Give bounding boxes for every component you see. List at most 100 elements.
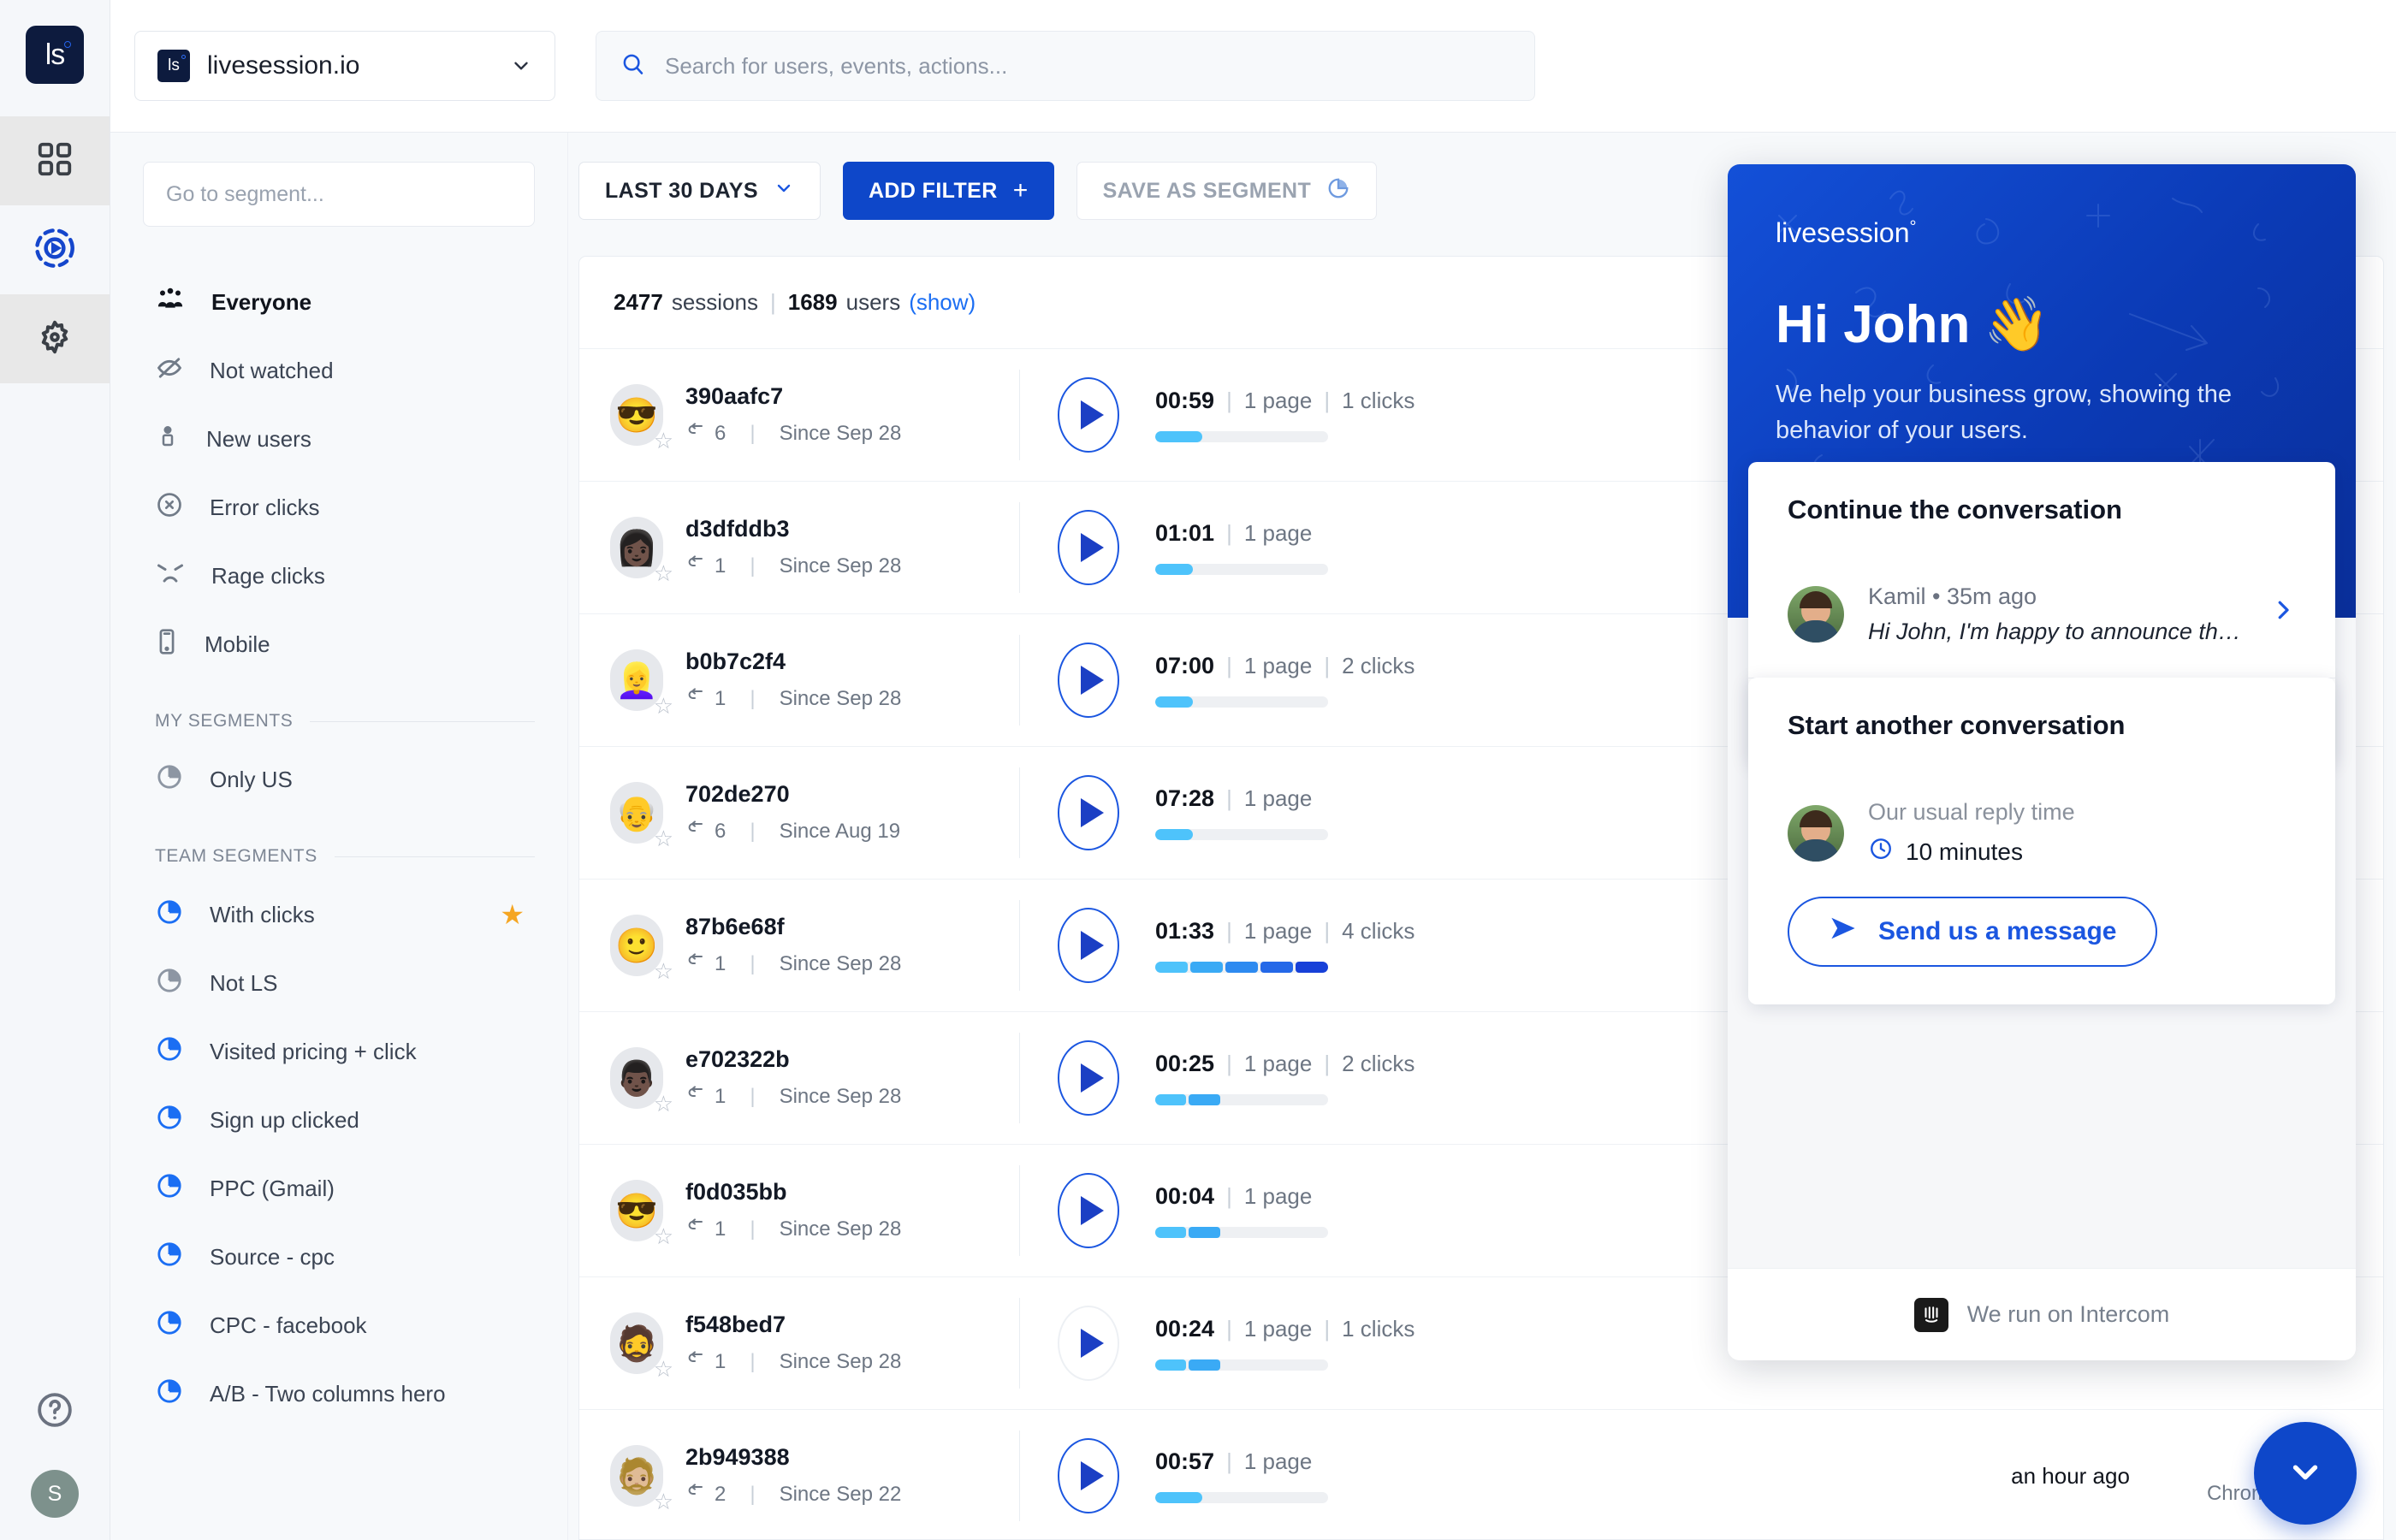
session-user-meta: 1|Since Sep 28 [685, 685, 901, 712]
rail-item-settings[interactable] [0, 294, 110, 383]
reply-time-row: Our usual reply time 10 minutes [1748, 773, 2335, 868]
team-segment-item[interactable]: A/B - Two columns hero [143, 1359, 535, 1428]
session-time-ago: an hour ago [2011, 1463, 2130, 1490]
team-segment-item[interactable]: Visited pricing + click [143, 1017, 535, 1086]
my-segment-item[interactable]: Only US [143, 745, 535, 814]
session-stat-line: 07:28|1 page [1155, 785, 1328, 812]
show-users-link[interactable]: (show) [909, 289, 976, 316]
segment-label: A/B - Two columns hero [210, 1381, 535, 1407]
sidebar-item-not-watched[interactable]: Not watched [143, 336, 535, 405]
app-root: ls [0, 0, 2396, 1540]
session-since: Since Sep 28 [780, 1085, 902, 1109]
session-stats: 00:25|1 page|2 clicks [1155, 1051, 1414, 1105]
teammate-avatar [1788, 805, 1844, 862]
favorite-star-icon[interactable]: ☆ [654, 560, 673, 587]
site-selector[interactable]: ls livesession.io [134, 31, 555, 101]
play-session-button[interactable] [1058, 908, 1119, 983]
user-avatar: 👴☆ [610, 782, 663, 844]
team-segment-item[interactable]: Sign up clicked [143, 1086, 535, 1154]
add-filter-button[interactable]: ADD FILTER + [843, 162, 1054, 220]
segment-label: Mobile [205, 631, 535, 658]
play-session-button[interactable] [1058, 643, 1119, 718]
sidebar-item-error-clicks[interactable]: Error clicks [143, 473, 535, 542]
segment-label: Not watched [210, 358, 535, 384]
play-session-button[interactable] [1058, 1040, 1119, 1116]
divider: | [1226, 520, 1232, 547]
reply-time-value: 10 minutes [1906, 838, 2023, 866]
nav-rail-items [0, 116, 110, 383]
session-id: b0b7c2f4 [685, 649, 901, 675]
session-since: Since Sep 28 [780, 422, 902, 446]
messenger-greeting-text: Hi John [1776, 294, 1970, 355]
play-session-button[interactable] [1058, 1438, 1119, 1513]
session-activity-bar [1155, 696, 1328, 708]
divider [1019, 370, 1020, 460]
rail-item-dashboard[interactable] [0, 116, 110, 205]
my-segments-header: MY SEGMENTS [155, 711, 535, 732]
favorite-star-icon[interactable]: ☆ [654, 958, 673, 985]
chevron-right-icon[interactable] [2270, 593, 2296, 636]
rail-item-sessions[interactable] [0, 205, 110, 294]
sidebar-item-mobile[interactable]: Mobile [143, 610, 535, 678]
table-row[interactable]: 🧔🏼☆2b9493882|Since Sep 2200:57|1 pagean … [579, 1410, 2383, 1540]
conversation-item[interactable]: Kamil • 35m ago Hi John, I'm happy to an… [1748, 558, 2335, 678]
return-icon [685, 1481, 706, 1507]
send-message-button[interactable]: Send us a message [1788, 897, 2157, 967]
start-conversation-card: Start another conversation Our usual rep… [1748, 678, 2335, 1004]
play-session-button[interactable] [1058, 775, 1119, 850]
sidebar-item-rage-clicks[interactable]: Rage clicks [143, 542, 535, 610]
session-pages: 1 page [1244, 1183, 1313, 1210]
angry-face-icon [155, 560, 186, 592]
team-segment-item[interactable]: PPC (Gmail) [143, 1154, 535, 1223]
segment-label: Everyone [211, 289, 535, 316]
session-duration: 01:33 [1155, 918, 1214, 945]
favorite-star-icon[interactable]: ★ [500, 898, 525, 931]
play-session-button[interactable] [1058, 377, 1119, 453]
session-clicks: 4 clicks [1342, 918, 1414, 945]
favorite-star-icon[interactable]: ☆ [654, 428, 673, 454]
sidebar-item-everyone[interactable]: Everyone [143, 268, 535, 336]
question-circle-icon[interactable] [35, 1390, 74, 1434]
team-segment-item[interactable]: CPC - facebook [143, 1291, 535, 1359]
session-stats: 00:04|1 page [1155, 1183, 1328, 1238]
messenger-footer[interactable]: We run on Intercom [1728, 1268, 2356, 1360]
favorite-star-icon[interactable]: ☆ [654, 1356, 673, 1383]
favorite-star-icon[interactable]: ☆ [654, 1223, 673, 1250]
favorite-star-icon[interactable]: ☆ [654, 1489, 673, 1515]
team-segment-item[interactable]: Not LS [143, 949, 535, 1017]
session-activity-bar [1155, 1227, 1328, 1238]
session-user: 🧔☆f548bed71|Since Sep 28 [610, 1312, 1019, 1375]
play-session-button[interactable] [1058, 510, 1119, 585]
favorite-star-icon[interactable]: ☆ [654, 693, 673, 720]
sessions-count: 2477 [614, 289, 663, 316]
search-input[interactable]: Search for users, events, actions... [665, 53, 1007, 80]
divider [1019, 1298, 1020, 1389]
session-stats: 01:33|1 page|4 clicks [1155, 918, 1414, 973]
date-range-button[interactable]: LAST 30 DAYS [578, 162, 821, 220]
play-session-button[interactable] [1058, 1173, 1119, 1248]
global-search[interactable]: Search for users, events, actions... [596, 31, 1535, 101]
session-user-meta: 2|Since Sep 22 [685, 1481, 901, 1507]
messenger-brand-sup: ° [1910, 217, 1917, 236]
save-as-segment-button[interactable]: SAVE AS SEGMENT [1076, 162, 1378, 220]
team-segment-item[interactable]: With clicks★ [143, 880, 535, 949]
messenger-launcher-button[interactable] [2254, 1422, 2357, 1525]
session-user: 👩🏿☆d3dfddb31|Since Sep 28 [610, 516, 1019, 579]
avatar[interactable]: S [31, 1470, 79, 1518]
session-since: Since Sep 28 [780, 687, 902, 711]
brand-logo[interactable]: ls [26, 26, 84, 84]
segment-search-input[interactable]: Go to segment... [143, 162, 535, 227]
team-segment-item[interactable]: Source - cpc [143, 1223, 535, 1291]
segment-label: Error clicks [210, 495, 535, 521]
sidebar-item-new-users[interactable]: New users [143, 405, 535, 473]
favorite-star-icon[interactable]: ☆ [654, 1091, 673, 1117]
session-stat-line: 00:25|1 page|2 clicks [1155, 1051, 1414, 1077]
session-id: 390aafc7 [685, 383, 901, 410]
return-icon [685, 1216, 706, 1242]
user-avatar: 👩🏿☆ [610, 517, 663, 578]
play-icon [1081, 666, 1104, 695]
play-session-button[interactable] [1058, 1306, 1119, 1381]
favorite-star-icon[interactable]: ☆ [654, 826, 673, 852]
session-stat-line: 07:00|1 page|2 clicks [1155, 653, 1414, 679]
divider: | [1226, 653, 1232, 679]
